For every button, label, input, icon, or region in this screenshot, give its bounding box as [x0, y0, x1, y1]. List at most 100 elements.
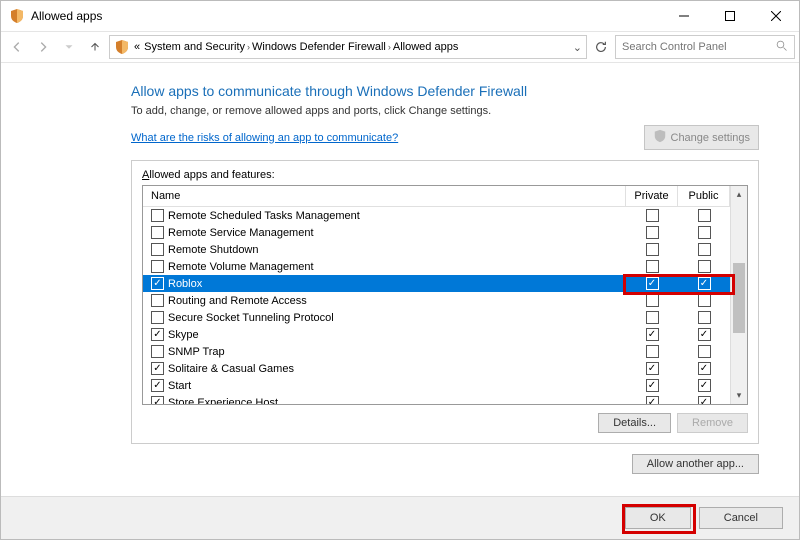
- table-row[interactable]: Roblox: [143, 275, 730, 292]
- enable-checkbox[interactable]: [151, 294, 164, 307]
- private-checkbox[interactable]: [646, 345, 659, 358]
- allow-another-app-button[interactable]: Allow another app...: [632, 454, 759, 474]
- enable-checkbox[interactable]: [151, 345, 164, 358]
- private-checkbox[interactable]: [646, 328, 659, 341]
- private-checkbox[interactable]: [646, 362, 659, 375]
- table-row[interactable]: Remote Service Management: [143, 224, 730, 241]
- private-column: [626, 328, 678, 341]
- search-input[interactable]: [622, 41, 788, 53]
- column-name[interactable]: Name: [143, 186, 626, 206]
- chevron-down-icon[interactable]: ⌄: [573, 41, 582, 54]
- breadcrumb-item[interactable]: System and Security: [144, 41, 245, 53]
- private-checkbox[interactable]: [646, 311, 659, 324]
- public-checkbox[interactable]: [698, 294, 711, 307]
- public-checkbox[interactable]: [698, 345, 711, 358]
- app-name: Secure Socket Tunneling Protocol: [168, 312, 626, 324]
- window-title: Allowed apps: [31, 9, 661, 23]
- breadcrumb[interactable]: « System and Security › Windows Defender…: [109, 35, 587, 59]
- private-checkbox[interactable]: [646, 209, 659, 222]
- public-checkbox[interactable]: [698, 277, 711, 290]
- enable-checkbox[interactable]: [151, 226, 164, 239]
- enable-checkbox[interactable]: [151, 379, 164, 392]
- page-title: Allow apps to communicate through Window…: [131, 83, 759, 99]
- minimize-button[interactable]: [661, 1, 707, 31]
- refresh-button[interactable]: [589, 35, 613, 59]
- table-row[interactable]: Start: [143, 377, 730, 394]
- table-row[interactable]: Skype: [143, 326, 730, 343]
- maximize-button[interactable]: [707, 1, 753, 31]
- private-checkbox[interactable]: [646, 379, 659, 392]
- search-box[interactable]: [615, 35, 795, 59]
- private-checkbox[interactable]: [646, 260, 659, 273]
- enable-checkbox[interactable]: [151, 311, 164, 324]
- forward-button[interactable]: [31, 35, 55, 59]
- chevron-right-icon: ›: [388, 42, 391, 52]
- group-label: Allowed apps and features:: [142, 169, 748, 181]
- navigation-bar: « System and Security › Windows Defender…: [1, 31, 799, 63]
- public-checkbox[interactable]: [698, 260, 711, 273]
- table-row[interactable]: Store Experience Host: [143, 394, 730, 404]
- public-checkbox[interactable]: [698, 328, 711, 341]
- public-checkbox[interactable]: [698, 243, 711, 256]
- app-name: Store Experience Host: [168, 397, 626, 405]
- public-checkbox[interactable]: [698, 396, 711, 404]
- private-checkbox[interactable]: [646, 226, 659, 239]
- breadcrumb-item[interactable]: Allowed apps: [393, 41, 458, 53]
- public-column: [678, 345, 730, 358]
- window-controls: [661, 1, 799, 31]
- column-private[interactable]: Private: [626, 186, 678, 206]
- public-checkbox[interactable]: [698, 226, 711, 239]
- enable-checkbox[interactable]: [151, 243, 164, 256]
- close-button[interactable]: [753, 1, 799, 31]
- table-row[interactable]: SNMP Trap: [143, 343, 730, 360]
- private-checkbox[interactable]: [646, 243, 659, 256]
- app-name: Routing and Remote Access: [168, 295, 626, 307]
- column-public[interactable]: Public: [678, 186, 730, 206]
- details-button[interactable]: Details...: [598, 413, 671, 433]
- risks-link[interactable]: What are the risks of allowing an app to…: [131, 132, 398, 144]
- table-body: Remote Scheduled Tasks Management Remote …: [143, 207, 730, 404]
- private-checkbox[interactable]: [646, 294, 659, 307]
- public-column: [678, 379, 730, 392]
- app-name: Remote Service Management: [168, 227, 626, 239]
- enable-checkbox[interactable]: [151, 209, 164, 222]
- table-row[interactable]: Remote Scheduled Tasks Management: [143, 207, 730, 224]
- table-row[interactable]: Remote Volume Management: [143, 258, 730, 275]
- public-checkbox[interactable]: [698, 209, 711, 222]
- change-settings-button[interactable]: Change settings: [644, 125, 760, 150]
- scroll-down-button[interactable]: ▾: [731, 387, 747, 404]
- recent-dropdown[interactable]: [57, 35, 81, 59]
- private-column: [626, 396, 678, 404]
- scroll-track[interactable]: [731, 203, 747, 387]
- firewall-shield-icon: [114, 39, 130, 55]
- private-column: [626, 362, 678, 375]
- private-column: [626, 277, 678, 290]
- cancel-button[interactable]: Cancel: [699, 507, 783, 529]
- back-button[interactable]: [5, 35, 29, 59]
- private-checkbox[interactable]: [646, 277, 659, 290]
- private-column: [626, 226, 678, 239]
- public-column: [678, 362, 730, 375]
- private-checkbox[interactable]: [646, 396, 659, 404]
- remove-button[interactable]: Remove: [677, 413, 748, 433]
- enable-checkbox[interactable]: [151, 328, 164, 341]
- public-checkbox[interactable]: [698, 379, 711, 392]
- scroll-thumb[interactable]: [733, 263, 745, 333]
- table-row[interactable]: Remote Shutdown: [143, 241, 730, 258]
- enable-checkbox[interactable]: [151, 362, 164, 375]
- ok-button[interactable]: OK: [625, 507, 691, 529]
- enable-checkbox[interactable]: [151, 260, 164, 273]
- breadcrumb-item[interactable]: Windows Defender Firewall: [252, 41, 386, 53]
- up-button[interactable]: [83, 35, 107, 59]
- scroll-up-button[interactable]: ▴: [731, 186, 747, 203]
- table-row[interactable]: Secure Socket Tunneling Protocol: [143, 309, 730, 326]
- table-row[interactable]: Solitaire & Casual Games: [143, 360, 730, 377]
- public-checkbox[interactable]: [698, 362, 711, 375]
- enable-checkbox[interactable]: [151, 277, 164, 290]
- breadcrumb-prefix: «: [134, 41, 140, 53]
- table-row[interactable]: Routing and Remote Access: [143, 292, 730, 309]
- public-column: [678, 243, 730, 256]
- vertical-scrollbar[interactable]: ▴ ▾: [730, 186, 747, 404]
- enable-checkbox[interactable]: [151, 396, 164, 404]
- public-checkbox[interactable]: [698, 311, 711, 324]
